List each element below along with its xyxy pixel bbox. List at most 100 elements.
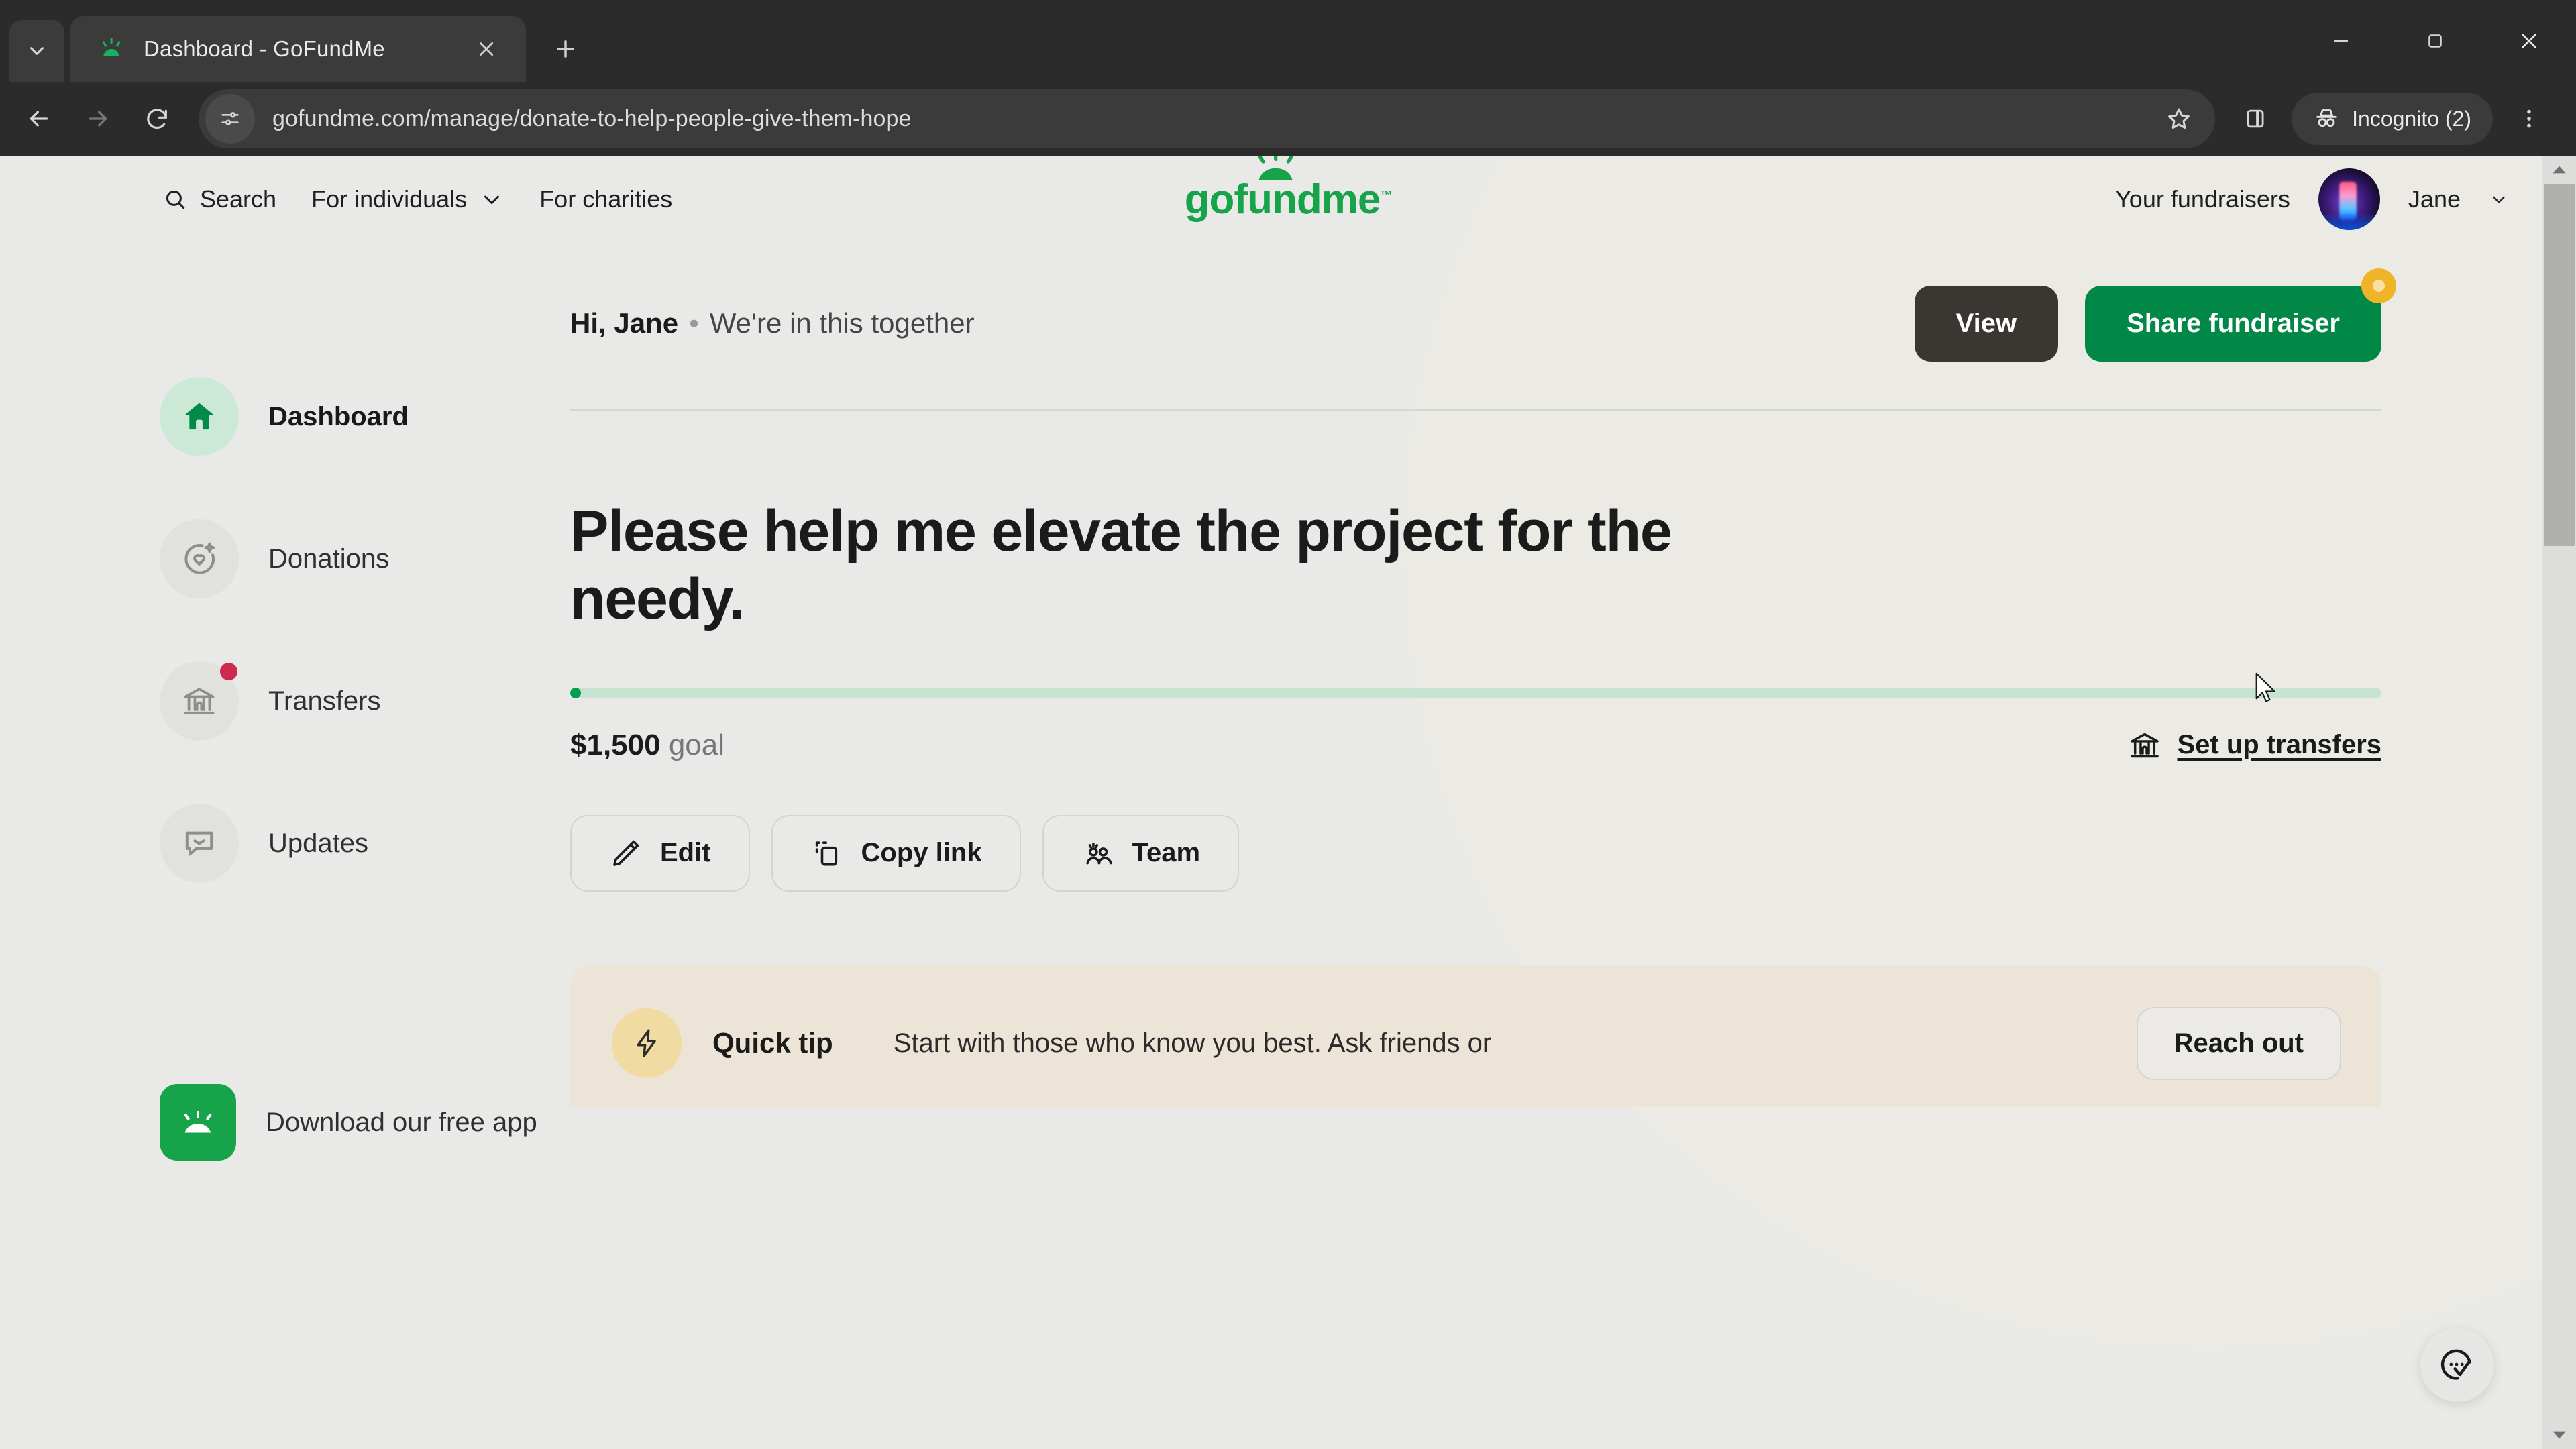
share-notification-badge [2361,268,2396,303]
fundraiser-title: Please help me elevate the project for t… [570,498,1845,634]
dashboard-main: Hi, Jane•We're in this together View Sha… [570,276,2576,1161]
logo-wordmark: gofundme [1185,176,1381,223]
scrollbar-thumb[interactable] [2544,184,2575,546]
edit-button[interactable]: Edit [570,815,750,892]
gofundme-logo[interactable]: gofundme™ [1185,176,1392,223]
donation-heart-icon [160,519,239,598]
scroll-down-button[interactable] [2542,1421,2576,1449]
tab-close-button[interactable] [468,31,504,67]
help-chat-button[interactable] [2420,1328,2494,1402]
copy-link-button[interactable]: Copy link [771,815,1021,892]
nav-item-for-charities[interactable]: For charities [522,185,690,213]
window-maximize-button[interactable] [2388,0,2482,82]
goal-progress-bar [570,688,2381,698]
incognito-icon [2313,105,2340,132]
help-chat-icon [2438,1346,2477,1385]
primary-nav: Search For individuals For charities [154,185,690,213]
sidebar-item-updates[interactable]: Updates [160,804,570,883]
greeting-text: Hi, Jane•We're in this together [570,307,975,339]
set-up-transfers-link[interactable]: Set up transfers [2127,728,2381,763]
close-icon [476,39,496,59]
pencil-icon [609,837,643,870]
logo-trademark: ™ [1380,188,1391,201]
browser-tab[interactable]: Dashboard - GoFundMe [70,16,526,82]
goal-progress-fill [570,688,581,698]
window-minimize-button[interactable] [2294,0,2388,82]
site-settings-button[interactable] [205,94,255,144]
incognito-indicator[interactable]: Incognito (2) [2292,93,2493,145]
fundraiser-actions: Edit Copy link Team [570,815,2381,892]
side-panel-icon [2243,106,2268,131]
back-button[interactable] [9,89,68,148]
share-button-label: Share fundraiser [2127,309,2340,338]
goal-suffix: goal [669,729,724,761]
quick-tip-card: Quick tip Start with those who know you … [570,965,2381,1107]
star-icon [2165,105,2192,132]
header-divider [570,409,2381,411]
tune-settings-icon [219,107,241,130]
reload-button[interactable] [127,89,186,148]
user-avatar[interactable] [2318,168,2380,230]
nav-item-for-individuals[interactable]: For individuals [294,185,522,213]
bank-icon [160,661,239,741]
reload-icon [144,105,170,132]
sidebar-label-transfers: Transfers [268,686,380,716]
transfers-notification-dot [220,663,237,680]
window-close-button[interactable] [2482,0,2576,82]
bank-icon [2127,728,2162,763]
bookmark-button[interactable] [2155,95,2203,143]
chevron-down-icon [25,40,48,62]
team-label: Team [1132,838,1201,868]
gofundme-app-icon [160,1084,236,1161]
sidebar-item-donations[interactable]: Donations [160,519,570,598]
caret-up-icon [2551,164,2568,175]
copy-icon [810,837,844,870]
view-button[interactable]: View [1915,286,2058,362]
side-panel-button[interactable] [2226,89,2285,148]
reach-out-button[interactable]: Reach out [2137,1007,2341,1080]
tab-strip: Dashboard - GoFundMe [0,0,2576,82]
download-app-link[interactable]: Download our free app [160,1084,570,1161]
tab-search-chevron-button[interactable] [9,20,64,82]
tab-title: Dashboard - GoFundMe [144,36,451,62]
dashboard-sidebar: Dashboard Donations [0,276,570,1161]
edit-label: Edit [660,838,711,868]
address-bar[interactable]: gofundme.com/manage/donate-to-help-peopl… [199,89,2215,148]
window-controls [2294,0,2576,82]
gofundme-sun-icon [1249,156,1303,181]
chrome-menu-button[interactable] [2500,89,2559,148]
goal-row: $1,500 goal Set up transfers [570,728,2381,763]
sidebar-item-dashboard[interactable]: Dashboard [160,377,570,456]
sidebar-label-dashboard: Dashboard [268,402,409,432]
team-icon [1081,837,1115,870]
greeting-name: Hi, Jane [570,307,678,339]
page-scrollbar[interactable] [2542,156,2576,1449]
plus-icon [553,36,578,62]
arrow-right-icon [85,105,111,132]
kebab-menu-icon [2516,106,2542,131]
browser-toolbar: gofundme.com/manage/donate-to-help-peopl… [0,82,2576,156]
forward-button[interactable] [68,89,127,148]
team-button[interactable]: Team [1042,815,1240,892]
incognito-label: Incognito (2) [2352,107,2471,131]
gofundme-favicon [97,34,126,64]
user-name-label[interactable]: Jane [2408,185,2461,213]
close-icon [2518,30,2540,52]
chat-bubble-icon [160,804,239,883]
home-icon [160,377,239,456]
greeting-row: Hi, Jane•We're in this together View Sha… [570,276,2381,370]
nav-label-search: Search [200,185,276,213]
copy-link-label: Copy link [861,838,982,868]
lightning-bolt-icon [612,1008,682,1078]
your-fundraisers-link[interactable]: Your fundraisers [2115,185,2290,213]
scroll-up-button[interactable] [2542,156,2576,184]
chevron-down-icon[interactable] [2489,189,2509,209]
nav-item-search[interactable]: Search [154,185,294,213]
minimize-icon [2330,30,2353,52]
site-header: Search For individuals For charities [0,156,2576,243]
goal-amount: $1,500 [570,729,661,761]
sidebar-item-transfers[interactable]: Transfers [160,661,570,741]
new-tab-button[interactable] [541,24,590,74]
arrow-left-icon [25,105,52,132]
share-fundraiser-button[interactable]: Share fundraiser [2085,286,2381,362]
